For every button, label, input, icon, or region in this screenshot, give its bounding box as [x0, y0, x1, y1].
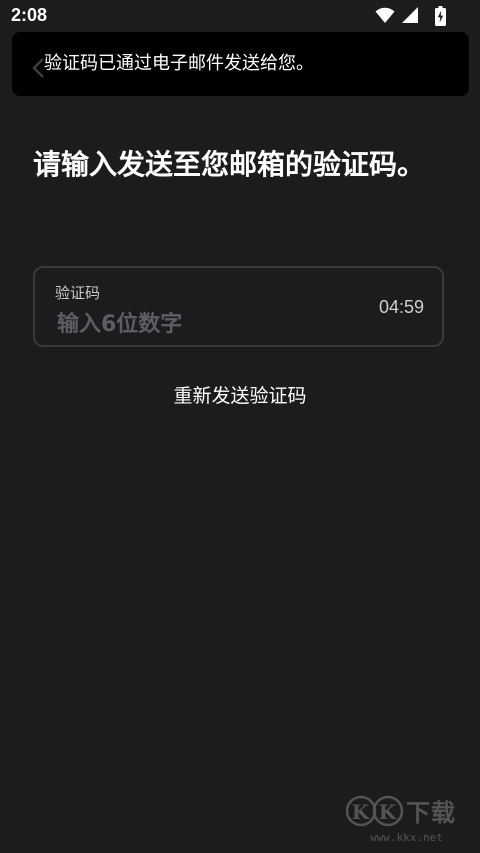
status-bar: 2:08 [0, 0, 480, 32]
svg-text:下载: 下载 [406, 799, 456, 827]
wifi-icon [375, 6, 395, 26]
code-input-placeholder[interactable]: 输入6位数字 [57, 306, 182, 338]
countdown-timer: 04:59 [378, 297, 424, 317]
status-time: 2:08 [11, 5, 48, 25]
svg-text:K: K [352, 800, 370, 824]
svg-text:K: K [379, 800, 397, 824]
watermark: K K 下载 www.kkx.net [345, 791, 466, 847]
toast-message: 验证码已通过电子邮件发送给您。 [44, 53, 314, 74]
watermark-logo: K K 下载 [345, 791, 466, 831]
status-icons [375, 6, 446, 26]
cellular-signal-icon [401, 6, 419, 26]
verification-code-field[interactable]: 验证码 输入6位数字 04:59 [33, 266, 444, 347]
battery-charging-icon [435, 6, 446, 26]
field-label: 验证码 [55, 284, 101, 302]
watermark-url: www.kkx.net [370, 831, 443, 844]
resend-code-button[interactable]: 重新发送验证码 [0, 383, 480, 409]
page-title: 请输入发送至您邮箱的验证码。 [33, 148, 426, 181]
